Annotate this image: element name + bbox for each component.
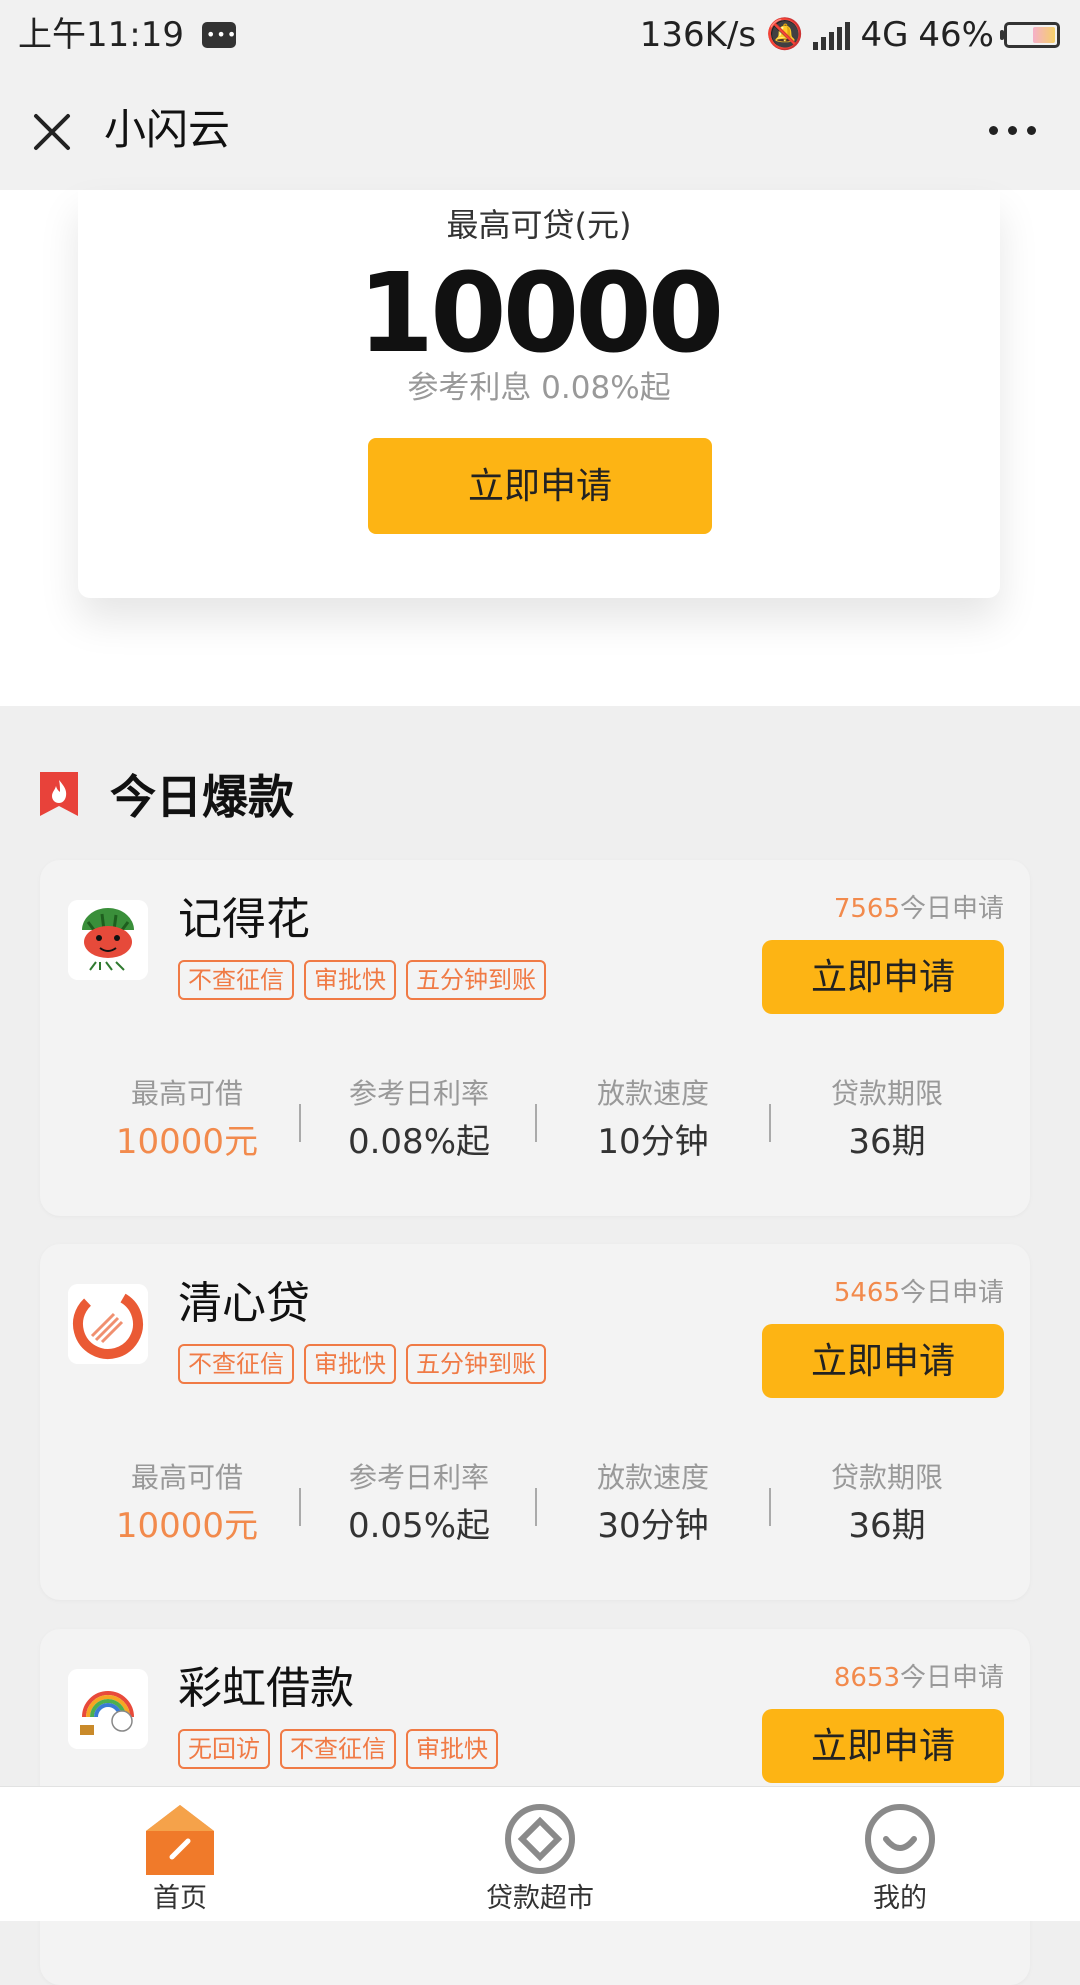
fire-bookmark-icon — [40, 772, 78, 816]
section-title: 今日爆款 — [110, 770, 294, 824]
tag: 审批快 — [304, 960, 396, 1000]
hero-label: 最高可贷(元) — [446, 206, 632, 244]
stat-term: 贷款期限 36期 — [830, 1077, 943, 1162]
apply-button[interactable]: 立即申请 — [762, 940, 1004, 1014]
signal-icon — [813, 20, 851, 50]
network-type: 4G — [860, 15, 909, 55]
battery-icon — [1000, 22, 1060, 48]
stats-row: 最高可借 10000元 参考日利率 0.05%起 放款速度 30分钟 贷款期限 … — [40, 1458, 1030, 1548]
tag: 五分钟到账 — [406, 960, 546, 1000]
applies-count: 5465今日申请 — [833, 1278, 1004, 1308]
tag-list: 不查征信 审批快 五分钟到账 — [178, 1344, 546, 1384]
stat-rate: 参考日利率 0.08%起 — [347, 1077, 490, 1162]
tag: 不查征信 — [178, 960, 294, 1000]
tag-list: 无回访 不查征信 审批快 — [178, 1729, 498, 1769]
tag-list: 不查征信 审批快 五分钟到账 — [178, 960, 546, 1000]
product-logo — [68, 1284, 148, 1364]
bell-muted-icon: 🔕 — [766, 17, 804, 52]
divider — [299, 1488, 301, 1526]
profile-icon — [865, 1804, 935, 1874]
hero-card: 最高可贷(元) 10000 参考利息 0.08%起 立即申请 — [78, 190, 1000, 598]
hero-amount: 10000 — [357, 249, 725, 377]
stat-max: 最高可借 10000元 — [115, 1461, 259, 1546]
tab-label: 我的 — [873, 1883, 927, 1914]
product-logo — [68, 900, 148, 980]
tab-profile[interactable]: 我的 — [720, 1787, 1080, 1921]
tag: 审批快 — [304, 1344, 396, 1384]
stat-speed: 放款速度 10分钟 — [596, 1077, 709, 1162]
tab-bar: 首页 贷款超市 我的 — [0, 1786, 1080, 1921]
applies-count: 7565今日申请 — [833, 894, 1004, 924]
battery-percent: 46% — [918, 15, 994, 55]
applies-count: 8653今日申请 — [833, 1663, 1004, 1693]
tab-label: 首页 — [153, 1883, 207, 1914]
tag: 无回访 — [178, 1729, 270, 1769]
hero-area: 最高可贷(元) 10000 参考利息 0.08%起 立即申请 — [0, 190, 1080, 706]
status-bar: 上午11:19 136K/s 🔕 4G 46% — [0, 0, 1080, 70]
stat-max: 最高可借 10000元 — [115, 1077, 259, 1162]
stat-rate: 参考日利率 0.05%起 — [347, 1461, 490, 1546]
product-logo — [68, 1669, 148, 1749]
tab-loan-market[interactable]: 贷款超市 — [360, 1787, 720, 1921]
stats-row: 最高可借 10000元 参考日利率 0.08%起 放款速度 10分钟 贷款期限 … — [40, 1074, 1030, 1164]
tag: 不查征信 — [178, 1344, 294, 1384]
product-card[interactable]: 记得花 不查征信 审批快 五分钟到账 7565今日申请 立即申请 最高可借 10… — [40, 860, 1030, 1216]
tag: 审批快 — [406, 1729, 498, 1769]
tab-label: 贷款超市 — [486, 1883, 594, 1914]
more-icon[interactable] — [989, 126, 1036, 135]
loan-market-icon — [505, 1804, 575, 1874]
tag: 不查征信 — [280, 1729, 396, 1769]
apply-button[interactable]: 立即申请 — [762, 1709, 1004, 1783]
stat-speed: 放款速度 30分钟 — [596, 1461, 709, 1546]
stat-term: 贷款期限 36期 — [830, 1461, 943, 1546]
section-header: 今日爆款 — [38, 764, 294, 824]
network-speed: 136K/s — [639, 15, 757, 55]
nav-bar: 小闪云 — [0, 70, 1080, 191]
apply-button[interactable]: 立即申请 — [762, 1324, 1004, 1398]
close-icon[interactable] — [28, 108, 76, 156]
divider — [299, 1104, 301, 1142]
product-name: 清心贷 — [178, 1278, 310, 1329]
hero-apply-button[interactable]: 立即申请 — [368, 438, 712, 534]
message-icon — [201, 0, 237, 70]
tag: 五分钟到账 — [406, 1344, 546, 1384]
product-name: 彩虹借款 — [178, 1663, 354, 1714]
page-title: 小闪云 — [104, 105, 231, 154]
tab-home[interactable]: 首页 — [0, 1787, 360, 1921]
product-name: 记得花 — [178, 894, 310, 945]
product-card[interactable]: 清心贷 不查征信 审批快 五分钟到账 5465今日申请 立即申请 最高可借 10… — [40, 1244, 1030, 1600]
hero-rate: 参考利息 0.08%起 — [407, 370, 671, 406]
home-icon — [146, 1805, 214, 1875]
status-time: 上午11:19 — [18, 15, 184, 55]
